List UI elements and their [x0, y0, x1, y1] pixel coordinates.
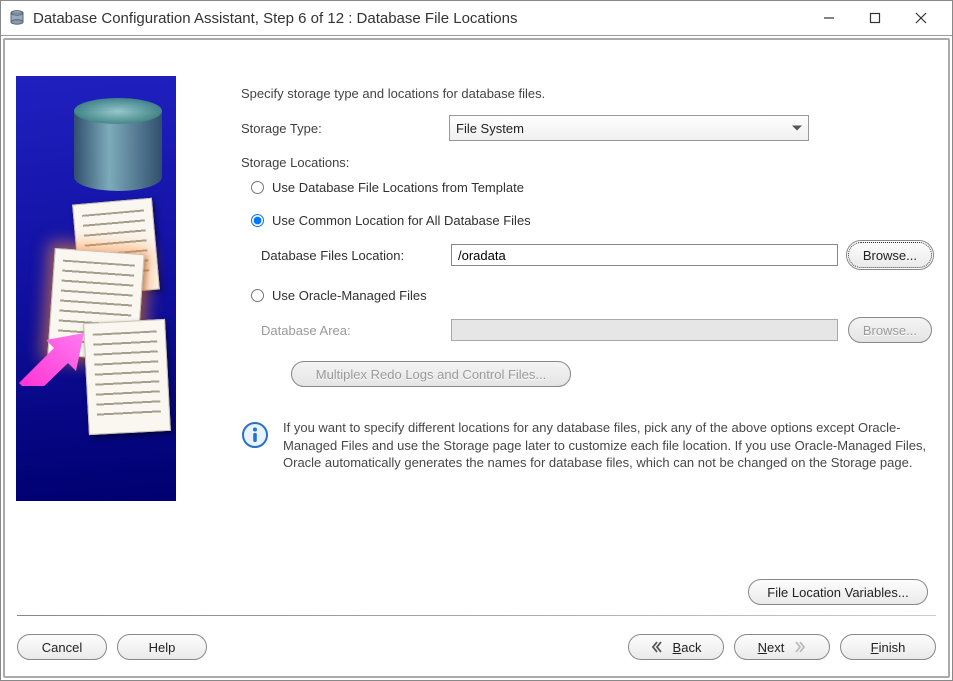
db-files-location-input[interactable] [451, 244, 838, 266]
main-panel: Specify storage type and locations for d… [181, 46, 942, 605]
client-inner: Specify storage type and locations for d… [3, 38, 950, 678]
storage-type-select[interactable]: File System [449, 115, 809, 141]
client-area: Specify storage type and locations for d… [1, 36, 952, 680]
footer-divider [17, 615, 936, 616]
wizard-illustration [16, 76, 176, 501]
help-button[interactable]: Help [117, 634, 207, 660]
radio-use-template-label: Use Database File Locations from Templat… [272, 180, 524, 195]
window-title: Database Configuration Assistant, Step 6… [33, 10, 517, 27]
radio-use-omf[interactable] [251, 289, 264, 302]
storage-type-value: File System [456, 121, 524, 136]
back-button[interactable]: Back [628, 634, 724, 660]
radio-use-common[interactable] [251, 214, 264, 227]
db-area-label: Database Area: [261, 323, 441, 338]
radio-use-common-label: Use Common Location for All Database Fil… [272, 213, 531, 228]
finish-button[interactable]: Finish [840, 634, 936, 660]
titlebar: Database Configuration Assistant, Step 6… [1, 1, 952, 36]
db-area-input [451, 319, 838, 341]
window-root: Database Configuration Assistant, Step 6… [0, 0, 953, 681]
browse-db-files-button[interactable]: Browse... [848, 242, 932, 268]
back-label: Back [673, 640, 702, 655]
close-button[interactable] [898, 4, 944, 32]
next-label: Next [758, 640, 785, 655]
minimize-button[interactable] [806, 4, 852, 32]
storage-locations-label: Storage Locations: [241, 155, 932, 170]
info-icon [241, 421, 269, 449]
finish-label: Finish [871, 640, 906, 655]
multiplex-button: Multiplex Redo Logs and Control Files... [291, 361, 571, 387]
browse-db-area-button: Browse... [848, 317, 932, 343]
maximize-button[interactable] [852, 4, 898, 32]
chevron-left-icon [651, 640, 665, 654]
info-text: If you want to specify different locatio… [283, 419, 932, 472]
radio-use-omf-label: Use Oracle-Managed Files [272, 288, 427, 303]
radio-use-template[interactable] [251, 181, 264, 194]
footer-bar: Cancel Help Back Next Finish [11, 626, 942, 670]
instruction-label: Specify storage type and locations for d… [241, 86, 932, 101]
storage-type-label: Storage Type: [241, 121, 441, 136]
next-button[interactable]: Next [734, 634, 830, 660]
wizard-illustration-panel [16, 76, 181, 605]
file-location-variables-button[interactable]: File Location Variables... [748, 579, 928, 605]
db-files-location-label: Database Files Location: [261, 248, 441, 263]
chevron-right-icon [792, 640, 806, 654]
cancel-button[interactable]: Cancel [17, 634, 107, 660]
app-icon [9, 10, 25, 26]
